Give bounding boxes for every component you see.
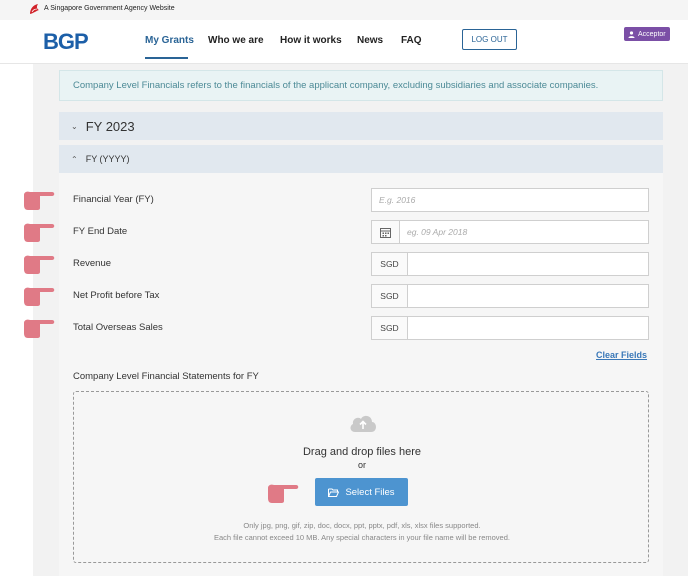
section-fy-2023[interactable]: ⌄ FY 2023 [59,112,663,140]
cloud-upload-icon [350,415,376,432]
financial-statements-label: Company Level Financial Statements for F… [73,371,259,382]
role-badge[interactable]: Acceptor [624,27,670,41]
net-profit-label: Net Profit before Tax [73,290,160,301]
nav-my-grants[interactable]: My Grants [145,35,194,46]
clear-fields-link[interactable]: Clear Fields [596,350,647,360]
chevron-down-icon: ⌄ [71,121,78,131]
dropzone-or: or [357,460,366,470]
select-files-button[interactable]: Select Files [315,478,408,506]
overseas-sales-currency-prefix: SGD [372,317,408,339]
pointing-hand-icon [24,287,55,306]
fy-end-date-label: FY End Date [73,226,128,237]
file-dropzone[interactable]: Drag and drop files here or Select Files… [73,391,649,563]
pointing-hand-icon [24,319,55,338]
select-files-label: Select Files [345,486,395,498]
pointing-hand-icon [24,191,55,210]
fy-end-date-placeholder: eg. 09 Apr 2018 [407,227,468,237]
section-fy-2023-title: FY 2023 [85,118,135,134]
singapore-lion-icon [30,4,39,14]
info-note: Company Level Financials refers to the f… [59,70,663,101]
overseas-sales-input[interactable]: SGD [371,316,649,340]
section-fy-yyyy[interactable]: ⌃ FY (YYYY) [59,145,663,173]
top-header: BGP My Grants Who we are How it works Ne… [0,20,688,64]
financial-year-placeholder: E.g. 2016 [379,195,416,205]
logout-button[interactable]: LOG OUT [462,29,517,50]
pointing-hand-icon [24,255,55,274]
financial-year-label: Financial Year (FY) [73,194,154,205]
nav-how-it-works[interactable]: How it works [280,35,342,46]
dropzone-file-types-note: Only jpg, png, gif, zip, doc, docx, ppt,… [243,521,481,530]
revenue-label: Revenue [73,258,112,269]
pointing-hand-icon [268,484,299,503]
gov-banner: A Singapore Government Agency Website [0,0,688,20]
folder-open-icon [328,488,340,497]
fy-end-date-input[interactable]: eg. 09 Apr 2018 [371,220,649,244]
financial-year-input[interactable]: E.g. 2016 [371,188,649,212]
revenue-currency-prefix: SGD [372,253,408,275]
net-profit-input[interactable]: SGD [371,284,649,308]
nav-faq[interactable]: FAQ [401,35,422,46]
nav-who-we-are[interactable]: Who we are [208,35,264,46]
gov-banner-text: A Singapore Government Agency Website [44,5,175,12]
chevron-up-icon: ⌃ [71,154,78,164]
net-profit-currency-prefix: SGD [372,285,408,307]
revenue-input[interactable]: SGD [371,252,649,276]
nav-news[interactable]: News [357,35,383,46]
section-fy-yyyy-title: FY (YYYY) [85,154,130,164]
user-icon [628,30,635,38]
overseas-sales-label: Total Overseas Sales [73,322,163,333]
role-badge-label: Acceptor [638,30,666,38]
dropzone-title: Drag and drop files here [302,446,421,458]
pointing-hand-icon [24,223,55,242]
dropzone-size-note: Each file cannot exceed 10 MB. Any speci… [214,533,510,542]
bgp-logo[interactable]: BGP [43,29,89,55]
nav-active-underline [145,57,188,59]
calendar-icon[interactable] [372,221,400,243]
